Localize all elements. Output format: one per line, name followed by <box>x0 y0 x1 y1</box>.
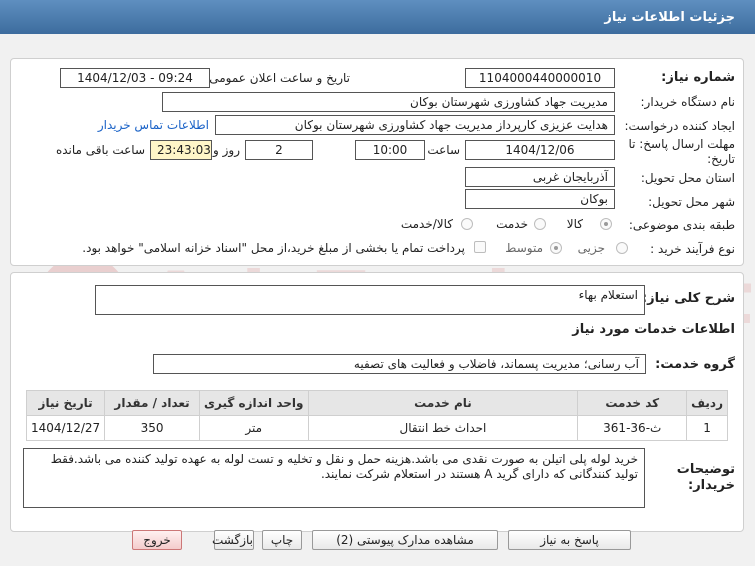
need-summary-label: شرح کلی نیاز: <box>641 291 735 306</box>
announce-field: 1404/12/03 - 09:24 <box>60 68 210 88</box>
category-radio-goods[interactable] <box>600 218 612 230</box>
days-field: 2 <box>245 140 313 160</box>
services-table: ردیف کد خدمت نام خدمت واحد اندازه گیری ت… <box>25 390 728 441</box>
window-title: جزئیات اطلاعات نیاز <box>604 9 735 25</box>
category-label: طبقه بندی موضوعی: <box>628 218 735 232</box>
need-summary-field: استعلام بهاء <box>95 285 645 315</box>
services-table-wrapper: ردیف کد خدمت نام خدمت واحد اندازه گیری ت… <box>25 390 728 441</box>
process-radio-medium[interactable] <box>550 242 562 254</box>
col-date-header: تاریخ نیاز <box>25 390 106 416</box>
service-group-label: گروه خدمت: <box>655 357 735 372</box>
back-button[interactable]: بازگشت <box>212 530 254 550</box>
cell-date: 1404/12/27 <box>25 415 106 441</box>
deadline-time-field: 10:00 <box>355 140 425 160</box>
col-unit-header: واحد اندازه گیری <box>198 390 309 416</box>
hour-label: ساعت <box>427 143 460 157</box>
city-label: شهر محل تحویل: <box>648 195 735 209</box>
services-info-title: اطلاعات خدمات مورد نیاز <box>572 322 735 337</box>
province-label: استان محل تحویل: <box>640 171 735 185</box>
buyer-notes-field: خرید لوله پلی اتیلن به صورت نقدی می باشد… <box>23 448 645 508</box>
process-label: نوع فرآیند خرید : <box>650 242 735 256</box>
city-field: بوکان <box>465 189 615 209</box>
category-option-service: خدمت <box>496 217 528 231</box>
cell-qty: 350 <box>104 415 200 441</box>
category-radio-service[interactable] <box>534 218 546 230</box>
services-table-header: ردیف کد خدمت نام خدمت واحد اندازه گیری ت… <box>25 390 728 416</box>
payment-note: پرداخت تمام یا بخشی از مبلغ خرید،از محل … <box>82 241 465 255</box>
category-option-goods: کالا <box>566 217 583 231</box>
creator-label: ایجاد کننده درخواست: <box>624 119 735 133</box>
col-name-header: نام خدمت <box>307 390 579 416</box>
remaining-label: ساعت باقی مانده <box>55 143 145 157</box>
cell-row: 1 <box>686 415 728 441</box>
need-number-field: 1104000440000010 <box>465 68 615 88</box>
buyer-notes-label: توضیحات خریدار: <box>676 462 735 493</box>
table-row: 1 ث-36-361 احداث خط انتقال متر 350 1404/… <box>25 415 728 441</box>
service-group-field: آب رسانی؛ مدیریت پسماند، فاضلاب و فعالیت… <box>153 354 646 374</box>
attachments-button[interactable]: مشاهده مدارک پیوستی (2) <box>312 530 498 550</box>
day-label: روز و <box>213 143 240 157</box>
col-row-header: ردیف <box>686 390 728 416</box>
deadline-label: مهلت ارسال پاسخ: تا تاریخ: <box>628 137 735 166</box>
col-qty-header: تعداد / مقدار <box>104 390 200 416</box>
window-title-bar: جزئیات اطلاعات نیاز <box>0 0 755 34</box>
remaining-time-field: 23:43:03 <box>150 140 212 160</box>
exit-button[interactable]: خروج <box>132 530 182 550</box>
cell-code: ث-36-361 <box>577 415 688 441</box>
category-option-goods-service: کالا/خدمت <box>400 217 453 231</box>
category-radio-goods-service[interactable] <box>461 218 473 230</box>
announce-label: تاریخ و ساعت اعلان عمومی: <box>205 71 350 85</box>
need-number-label: شماره نیاز: <box>661 70 735 85</box>
col-code-header: کد خدمت <box>577 390 688 416</box>
process-option-minor: جزیی <box>577 241 605 255</box>
cell-name: احداث خط انتقال <box>307 415 579 441</box>
process-option-medium: متوسط <box>505 241 543 255</box>
deadline-date-field: 1404/12/06 <box>465 140 615 160</box>
buyer-contact-link[interactable]: اطلاعات تماس خریدار <box>98 118 209 132</box>
print-button[interactable]: چاپ <box>262 530 302 550</box>
treasury-payment-checkbox[interactable] <box>474 241 486 253</box>
buyer-org-label: نام دستگاه خریدار: <box>640 95 736 109</box>
cell-unit: متر <box>198 415 309 441</box>
creator-field: هدایت عزیزی کارپرداز مدیریت جهاد کشاورزی… <box>215 115 615 135</box>
reply-button[interactable]: پاسخ به نیاز <box>508 530 631 550</box>
buyer-org-field: مدیریت جهاد کشاورزی شهرستان بوکان <box>162 92 615 112</box>
province-field: آذربایجان غربی <box>465 167 615 187</box>
process-radio-minor[interactable] <box>616 242 628 254</box>
